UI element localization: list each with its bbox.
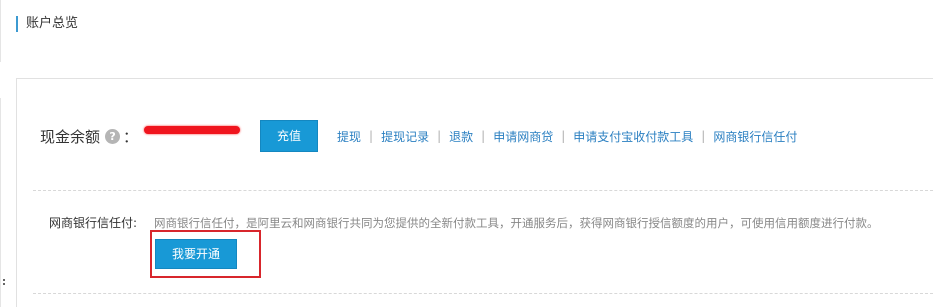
dashed-divider bbox=[33, 190, 933, 191]
balance-colon: ： bbox=[123, 127, 139, 146]
left-divider bbox=[0, 0, 1, 62]
open-service-button[interactable]: 我要开通 bbox=[155, 239, 237, 269]
redacted-balance-value bbox=[144, 126, 241, 134]
apply-alipay-payment-tool-link[interactable]: 申请支付宝收付款工具 bbox=[573, 128, 693, 145]
page-title: 账户总览 bbox=[26, 16, 79, 31]
link-separator: | bbox=[701, 129, 706, 143]
balance-label: 现金余额 bbox=[40, 127, 101, 146]
apply-mybank-loan-link[interactable]: 申请网商贷 bbox=[493, 128, 553, 145]
credit-pay-description: 网商银行信任付，是阿里云和网商银行共同为您提供的全新付款工具，开通服务后，获得网… bbox=[154, 215, 879, 230]
scroll-marker bbox=[3, 279, 5, 288]
dashed-divider-bottom bbox=[33, 293, 933, 294]
left-divider-lower bbox=[0, 98, 1, 307]
link-separator: | bbox=[561, 129, 566, 143]
recharge-button[interactable]: 充值 bbox=[260, 120, 319, 152]
header-accent-bar bbox=[16, 16, 18, 32]
link-separator: | bbox=[437, 129, 442, 143]
link-separator: | bbox=[481, 129, 486, 143]
account-panel: 现金余额 ? ： 充值 提现 | 提现记录 | 退款 | 申请网商贷 | 申请支… bbox=[16, 78, 933, 307]
page-header: 账户总览 bbox=[16, 14, 78, 34]
balance-row: 现金余额 ? ： 充值 提现 | 提现记录 | 退款 | 申请网商贷 | 申请支… bbox=[40, 119, 797, 153]
mybank-credit-pay-link[interactable]: 网商银行信任付 bbox=[713, 128, 797, 145]
link-separator: | bbox=[369, 129, 374, 143]
credit-pay-label: 网商银行信任付: bbox=[49, 216, 138, 230]
refund-link[interactable]: 退款 bbox=[449, 128, 473, 145]
credit-pay-row: 网商银行信任付: 网商银行信任付，是阿里云和网商银行共同为您提供的全新付款工具，… bbox=[49, 214, 879, 231]
withdraw-records-link[interactable]: 提现记录 bbox=[381, 128, 429, 145]
withdraw-link[interactable]: 提现 bbox=[337, 128, 361, 145]
action-links: 提现 | 提现记录 | 退款 | 申请网商贷 | 申请支付宝收付款工具 | 网商… bbox=[337, 128, 797, 145]
account-overview-page: 账户总览 现金余额 ? ： 充值 提现 | 提现记录 | 退款 | 申请网商贷 … bbox=[0, 0, 933, 307]
help-icon[interactable]: ? bbox=[105, 128, 121, 144]
